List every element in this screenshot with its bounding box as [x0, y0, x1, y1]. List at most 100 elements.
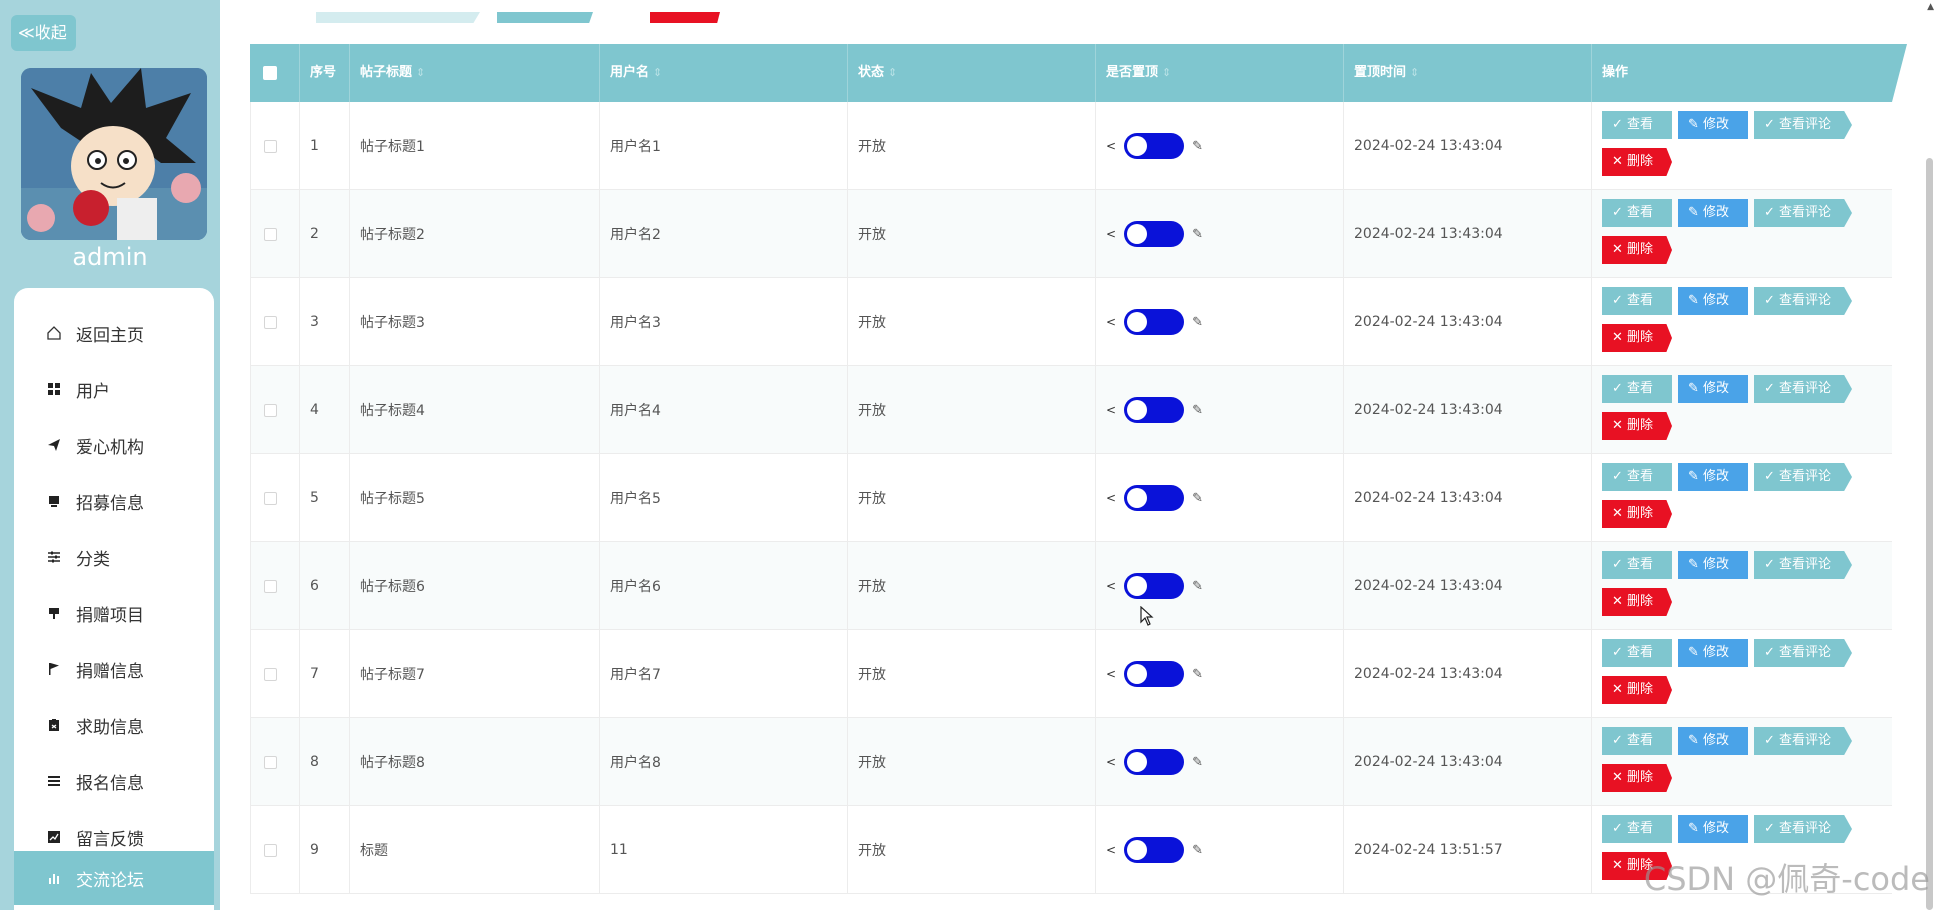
pinned-toggle[interactable] [1124, 749, 1185, 775]
vertical-scrollbar[interactable]: ▲ [1920, 0, 1938, 910]
sidebar-item-recruit[interactable]: 招募信息 [14, 474, 214, 528]
header-username[interactable]: 用户名 ⇕ [600, 44, 848, 102]
pen-icon: ✎ [1192, 578, 1203, 594]
actions-cell: ✓ 查看 ✎ 修改 ✓ 查看评论 ✕ 删除 [1592, 454, 1892, 542]
delete-button[interactable]: ✕ 删除 [1602, 764, 1672, 792]
actions-cell: ✓ 查看 ✎ 修改 ✓ 查看评论 ✕ 删除 [1592, 278, 1892, 366]
edit-button[interactable]: ✎ 修改 [1678, 727, 1748, 755]
sort-icon[interactable]: ⇕ [653, 66, 662, 79]
view-comments-button[interactable]: ✓ 查看评论 [1754, 727, 1852, 755]
cell-username: 用户名4 [600, 366, 848, 454]
edit-button[interactable]: ✎ 修改 [1678, 375, 1748, 403]
header-pinned-time[interactable]: 置顶时间 ⇕ [1344, 44, 1592, 102]
view-comments-button[interactable]: ✓ 查看评论 [1754, 463, 1852, 491]
header-title[interactable]: 帖子标题 ⇕ [350, 44, 600, 102]
scrollbar-thumb[interactable] [1926, 158, 1933, 910]
view-comments-button[interactable]: ✓ 查看评论 [1754, 551, 1852, 579]
cell-username: 用户名5 [600, 454, 848, 542]
view-comments-button[interactable]: ✓ 查看评论 [1754, 199, 1852, 227]
delete-button[interactable]: ✕ 删除 [1602, 412, 1672, 440]
view-button[interactable]: ✓ 查看 [1602, 199, 1672, 227]
row-checkbox[interactable] [264, 843, 277, 857]
cell-status: 开放 [848, 278, 1096, 366]
delete-button[interactable]: ✕ 删除 [1602, 500, 1672, 528]
edit-button[interactable]: ✎ 修改 [1678, 199, 1748, 227]
header-status[interactable]: 状态 ⇕ [848, 44, 1096, 102]
edit-button[interactable]: ✎ 修改 [1678, 287, 1748, 315]
scroll-up-icon[interactable]: ▲ [1927, 2, 1934, 12]
sort-icon[interactable]: ⇕ [1410, 66, 1419, 79]
view-button[interactable]: ✓ 查看 [1602, 111, 1672, 139]
row-checkbox[interactable] [264, 667, 277, 681]
pinned-toggle[interactable] [1124, 309, 1185, 335]
view-comments-button[interactable]: ✓ 查看评论 [1754, 287, 1852, 315]
cup-icon [44, 603, 64, 623]
sidebar-item-home[interactable]: 返回主页 [14, 306, 214, 360]
sidebar-item-help-info[interactable]: 求助信息 [14, 698, 214, 752]
view-button[interactable]: ✓ 查看 [1602, 639, 1672, 667]
delete-button[interactable]: ✕ 删除 [1602, 148, 1672, 176]
view-button[interactable]: ✓ 查看 [1602, 287, 1672, 315]
edit-button[interactable]: ✎ 修改 [1678, 639, 1748, 667]
sidebar-item-charity[interactable]: 爱心机构 [14, 418, 214, 472]
row-checkbox[interactable] [264, 139, 277, 153]
pinned-toggle[interactable] [1124, 661, 1185, 687]
row-checkbox[interactable] [264, 227, 277, 241]
sidebar-item-signup-info[interactable]: 报名信息 [14, 754, 214, 808]
header-select-all[interactable] [250, 44, 300, 102]
edit-button[interactable]: ✎ 修改 [1678, 551, 1748, 579]
view-button[interactable]: ✓ 查看 [1602, 727, 1672, 755]
delete-button[interactable]: ✕ 删除 [1602, 324, 1672, 352]
clipboard-icon [44, 715, 64, 735]
edit-button[interactable]: ✎ 修改 [1678, 463, 1748, 491]
pinned-toggle[interactable] [1124, 485, 1185, 511]
view-comments-button[interactable]: ✓ 查看评论 [1754, 639, 1852, 667]
sidebar-item-users[interactable]: 用户 [14, 362, 214, 416]
sidebar-item-label: 返回主页 [76, 325, 144, 346]
home-icon [44, 323, 64, 343]
sidebar-item-donation-project[interactable]: 捐赠项目 [14, 586, 214, 640]
view-button[interactable]: ✓ 查看 [1602, 375, 1672, 403]
row-checkbox[interactable] [264, 491, 277, 505]
cell-pinned-time: 2024-02-24 13:43:04 [1344, 278, 1592, 366]
actions-cell: ✓ 查看 ✎ 修改 ✓ 查看评论 ✕ 删除 [1592, 630, 1892, 718]
row-checkbox[interactable] [264, 403, 277, 417]
sort-icon[interactable]: ⇕ [416, 66, 425, 79]
select-all-checkbox[interactable] [263, 66, 277, 80]
delete-button[interactable]: ✕ 删除 [1602, 676, 1672, 704]
view-comments-button[interactable]: ✓ 查看评论 [1754, 111, 1852, 139]
sidebar-item-label: 捐赠信息 [76, 661, 144, 682]
view-button[interactable]: ✓ 查看 [1602, 463, 1672, 491]
pinned-toggle[interactable] [1124, 397, 1185, 423]
view-button[interactable]: ✓ 查看 [1602, 551, 1672, 579]
edit-button[interactable]: ✎ 修改 [1678, 111, 1748, 139]
row-checkbox[interactable] [264, 315, 277, 329]
row-select-cell [250, 102, 300, 190]
status-text: 开放 [858, 491, 886, 507]
pinned-toggle[interactable] [1124, 221, 1185, 247]
sidebar-item-category[interactable]: 分类 [14, 530, 214, 584]
pinned-toggle[interactable] [1124, 837, 1185, 863]
pinned-toggle[interactable] [1124, 133, 1185, 159]
table-row: 4 帖子标题4 用户名4 开放 < ✎ 2024-02-24 13:43:04 ✓ 查看 ✎ 修… [250, 366, 1892, 454]
sidebar-item-donation-info[interactable]: 捐赠信息 [14, 642, 214, 696]
sidebar-item-label: 求助信息 [76, 717, 144, 738]
cell-pinned-time: 2024-02-24 13:43:04 [1344, 102, 1592, 190]
actions-cell: ✓ 查看 ✎ 修改 ✓ 查看评论 ✕ 删除 [1592, 718, 1892, 806]
row-checkbox[interactable] [264, 579, 277, 593]
pinned-toggle[interactable] [1124, 573, 1185, 599]
edit-button[interactable]: ✎ 修改 [1678, 815, 1748, 843]
header-pinned[interactable]: 是否置顶 ⇕ [1096, 44, 1344, 102]
sort-icon[interactable]: ⇕ [888, 66, 897, 79]
actions-cell: ✓ 查看 ✎ 修改 ✓ 查看评论 ✕ 删除 [1592, 366, 1892, 454]
collapse-button[interactable]: ≪收起 [11, 15, 76, 51]
delete-button[interactable]: ✕ 删除 [1602, 588, 1672, 616]
view-button[interactable]: ✓ 查看 [1602, 815, 1672, 843]
row-checkbox[interactable] [264, 755, 277, 769]
view-comments-button[interactable]: ✓ 查看评论 [1754, 815, 1852, 843]
sidebar-item-forum[interactable]: 交流论坛 [14, 851, 214, 905]
view-comments-button[interactable]: ✓ 查看评论 [1754, 375, 1852, 403]
table-row: 7 帖子标题7 用户名7 开放 < ✎ 2024-02-24 13:43:04 ✓ 查看 ✎ 修… [250, 630, 1892, 718]
delete-button[interactable]: ✕ 删除 [1602, 236, 1672, 264]
sort-icon[interactable]: ⇕ [1162, 66, 1171, 79]
